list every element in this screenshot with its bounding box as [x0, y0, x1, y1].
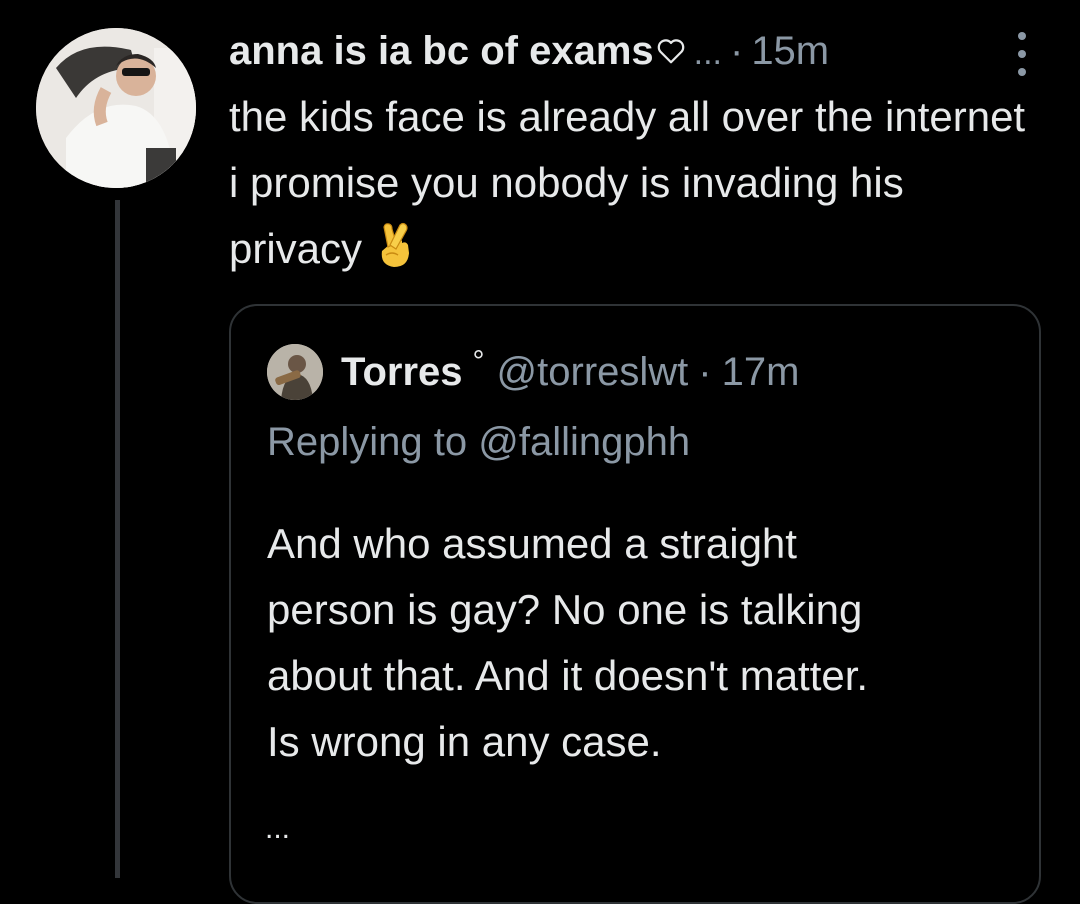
tweet-text: the kids face is already all over the in… — [229, 84, 1029, 288]
show-more-ellipsis[interactable]: ... — [265, 814, 290, 844]
thread-line — [115, 200, 120, 878]
quoted-tweet-header: Torres ° @torreslwt · 17m — [267, 344, 799, 400]
quoted-avatar[interactable] — [267, 344, 323, 400]
quoted-tweet[interactable]: Torres ° @torreslwt · 17m Replying to @f… — [229, 304, 1041, 904]
quoted-text-line: person is gay? No one is talking — [267, 586, 863, 633]
heart-icon — [656, 28, 686, 78]
quoted-display-name[interactable]: Torres — [341, 344, 463, 400]
avatar[interactable] — [36, 28, 196, 188]
quoted-text-line: about that. And it doesn't matter. — [267, 652, 869, 699]
quoted-avatar-photo — [267, 344, 323, 400]
tweet-header: anna is ia bc of exams... · 15m — [229, 26, 1049, 78]
quoted-badge: ° — [472, 345, 485, 378]
tweet[interactable]: anna is ia bc of exams... · 15m the kids f… — [229, 26, 1049, 288]
avatar-photo — [36, 28, 196, 188]
crossed-fingers-icon — [376, 221, 414, 288]
display-name[interactable]: anna is ia bc of exams — [229, 29, 654, 73]
tweet-text-content: the kids face is already all over the in… — [229, 93, 1026, 272]
name-truncation: ... — [693, 34, 722, 72]
tweet-time[interactable]: 15m — [751, 29, 829, 73]
quoted-separator-dot: · — [698, 350, 712, 394]
quoted-tweet-text: And who assumed a straight person is gay… — [267, 511, 1027, 775]
quoted-text-line: And who assumed a straight — [267, 520, 797, 567]
quoted-text-line: Is wrong in any case. — [267, 718, 662, 765]
quoted-handle[interactable]: @torreslwt — [497, 344, 689, 400]
separator-dot: · — [729, 29, 744, 73]
more-options-icon[interactable] — [1015, 32, 1029, 76]
quoted-tweet-time[interactable]: 17m — [722, 344, 800, 400]
reply-context[interactable]: Replying to @fallingphh — [267, 414, 690, 470]
